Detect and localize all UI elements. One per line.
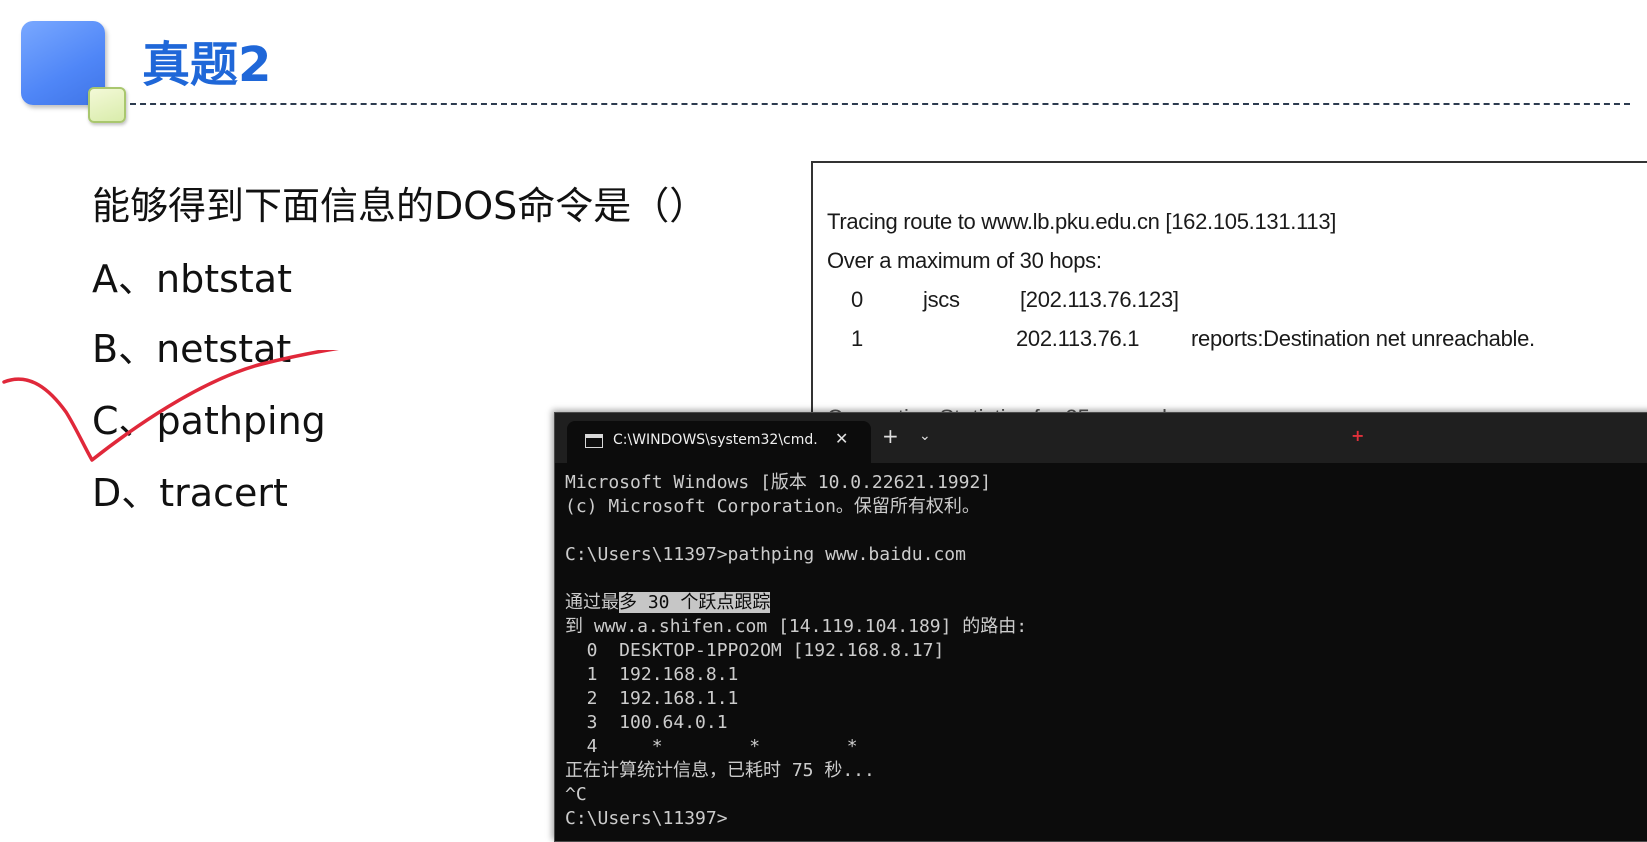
option-d: D、tracert	[92, 471, 288, 515]
terminal-tab[interactable]: C:\WINDOWS\system32\cmd. ✕	[567, 421, 871, 463]
terminal-line: 4 * * *	[565, 736, 858, 757]
cmd-terminal-window[interactable]: C:\WINDOWS\system32\cmd. ✕ + ⌄ + Microso…	[554, 412, 1647, 842]
terminal-titlebar[interactable]: C:\WINDOWS\system32\cmd. ✕ + ⌄ +	[555, 413, 1647, 463]
terminal-line: 正在计算统计信息，已耗时 75 秒...	[565, 760, 875, 781]
hop-1-number: 1	[851, 326, 863, 351]
terminal-line: Microsoft Windows [版本 10.0.22621.1992]	[565, 472, 992, 493]
close-tab-icon[interactable]: ✕	[835, 429, 848, 448]
terminal-output[interactable]: Microsoft Windows [版本 10.0.22621.1992] (…	[565, 471, 1647, 841]
terminal-line: C:\Users\11397>pathping www.baidu.com	[565, 544, 966, 565]
terminal-line: 1 192.168.8.1	[565, 664, 739, 685]
hop-1-ip: 202.113.76.1	[1016, 326, 1140, 351]
question-text: 能够得到下面信息的DOS命令是（）	[92, 184, 708, 228]
trace-header-line: Tracing route to www.lb.pku.edu.cn [162.…	[827, 209, 1337, 234]
slide-logo-block-green	[88, 87, 126, 123]
terminal-line: 2 192.168.1.1	[565, 688, 739, 709]
hop-0-number: 0	[851, 287, 863, 312]
title-divider	[130, 103, 1630, 105]
tab-dropdown-chevron-icon[interactable]: ⌄	[919, 426, 931, 446]
terminal-line: (c) Microsoft Corporation。保留所有权利。	[565, 496, 980, 517]
option-a: A、nbtstat	[92, 257, 292, 301]
terminal-line: ^C	[565, 784, 587, 805]
terminal-tab-title: C:\WINDOWS\system32\cmd.	[613, 432, 818, 448]
option-b: B、netstat	[92, 327, 292, 371]
hop-0-host: jscs	[923, 287, 960, 312]
hop-1-message: reports:Destination net unreachable.	[1191, 326, 1535, 351]
slide-title: 真题2	[142, 37, 272, 93]
cmd-window-icon	[585, 434, 603, 448]
mouse-cursor-marker-icon: +	[1351, 426, 1365, 445]
terminal-text: 通过最	[565, 592, 619, 613]
trace-max-hops-line: Over a maximum of 30 hops:	[827, 248, 1102, 273]
hop-0-ip: [202.113.76.123]	[1020, 287, 1179, 312]
terminal-line: 3 100.64.0.1	[565, 712, 728, 733]
new-tab-button[interactable]: +	[882, 424, 899, 448]
terminal-line: 通过最多 30 个跃点跟踪	[565, 591, 1647, 615]
terminal-line: 到 www.a.shifen.com [14.119.104.189] 的路由:	[565, 616, 1028, 637]
terminal-prompt-line: C:\Users\11397>	[565, 808, 728, 829]
terminal-selected-text: 多 30 个跃点跟踪	[619, 592, 771, 613]
terminal-line: 0 DESKTOP-1PPO2OM [192.168.8.17]	[565, 640, 945, 661]
tracert-output-panel: Tracing route to www.lb.pku.edu.cn [162.…	[811, 161, 1647, 430]
option-c: C、pathping	[92, 399, 326, 443]
